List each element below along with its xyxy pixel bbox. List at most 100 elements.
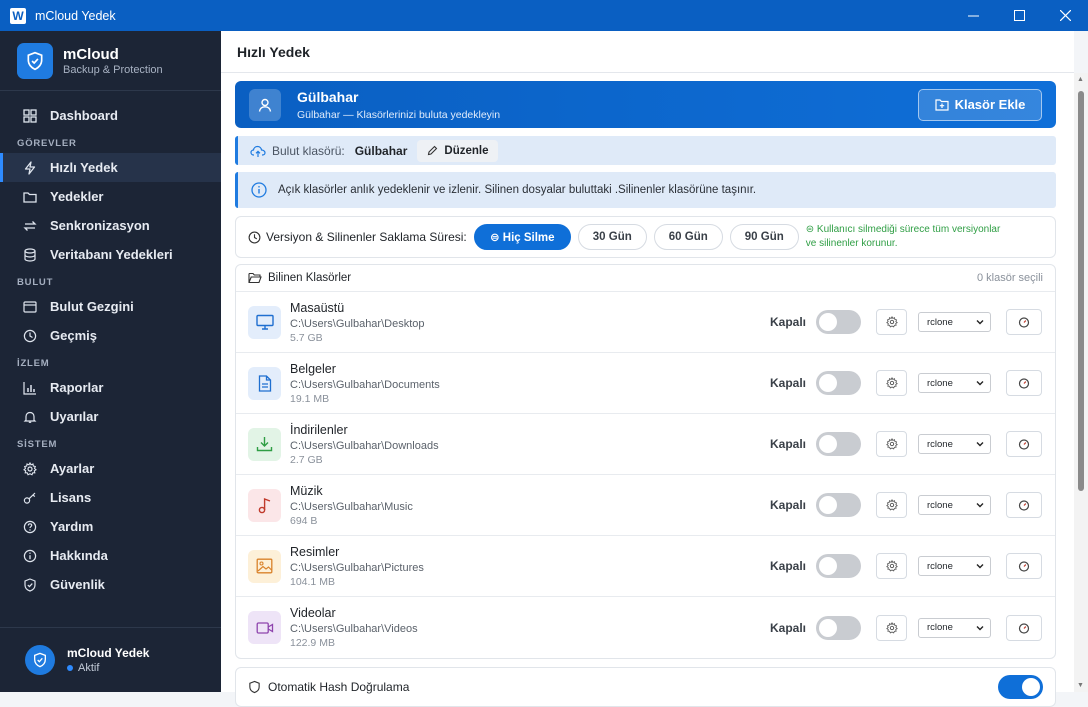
folder-schedule-button[interactable]: [1006, 492, 1042, 518]
gear-icon: [885, 499, 898, 511]
folder-backup-toggle[interactable]: [816, 432, 861, 456]
folder-backup-toggle[interactable]: [816, 493, 861, 517]
folder-state-label: Kapalı: [769, 315, 806, 329]
sidebar-item-hizli-yedek[interactable]: Hızlı Yedek: [0, 153, 221, 182]
folder-row: Belgeler C:\Users\Gulbahar\Documents 19.…: [236, 353, 1055, 414]
retention-30-button[interactable]: 30 Gün: [577, 224, 647, 250]
folder-settings-button[interactable]: [876, 553, 907, 579]
main-scrollbar[interactable]: ▲ ▼: [1074, 73, 1088, 692]
clock-icon: [248, 231, 261, 243]
hero-subtitle: Gülbahar — Klasörlerinizi buluta yedekle…: [297, 108, 501, 121]
sidebar-item-yardim[interactable]: Yardım: [0, 512, 221, 541]
stopwatch-icon: [1018, 622, 1030, 634]
sidebar-item-guvenlik[interactable]: Güvenlik: [0, 570, 221, 599]
folder-backup-toggle[interactable]: [816, 371, 861, 395]
sidebar-item-label: Hızlı Yedek: [50, 160, 118, 175]
cloud-folder-bar: Bulut klasörü: Gülbahar Düzenle: [235, 136, 1056, 165]
folder-schedule-button[interactable]: [1006, 370, 1042, 396]
retention-note-line2: ve silinenler korunur.: [805, 238, 898, 249]
sidebar-item-senkronizasyon[interactable]: Senkronizasyon: [0, 211, 221, 240]
folder-name: Masaüstü: [290, 300, 345, 315]
sidebar-item-raporlar[interactable]: Raporlar: [0, 373, 221, 402]
engine-select[interactable]: rclone: [918, 434, 991, 454]
engine-value: rclone: [927, 622, 953, 633]
scroll-down-icon[interactable]: ▼: [1077, 682, 1084, 689]
add-folder-button[interactable]: Klasör Ekle: [918, 88, 1042, 121]
app-logo-icon: W: [10, 7, 26, 24]
sidebar-item-label: Uyarılar: [50, 409, 99, 424]
folder-settings-button[interactable]: [876, 492, 907, 518]
add-folder-label: Klasör Ekle: [954, 97, 1026, 112]
nav-section-bulut: BULUT: [17, 277, 54, 288]
folder-backup-toggle[interactable]: [816, 615, 861, 640]
retention-note-line1: ⊜ Kullanıcı silmediği sürece tüm versiyo…: [805, 224, 1001, 235]
sidebar-item-label: Senkronizasyon: [50, 218, 150, 233]
hash-verification-toggle[interactable]: [998, 675, 1043, 699]
sidebar-item-yedekler[interactable]: Yedekler: [0, 182, 221, 211]
retention-90-button[interactable]: 90 Gün: [729, 224, 799, 250]
minimize-button[interactable]: [950, 0, 996, 31]
scroll-up-icon[interactable]: ▲: [1077, 76, 1084, 83]
folder-settings-button[interactable]: [876, 431, 907, 457]
close-button[interactable]: [1042, 0, 1088, 31]
chevron-down-icon: [976, 442, 984, 447]
footer-app-name: mCloud Yedek: [67, 646, 150, 660]
folder-name: İndirilenler: [290, 422, 348, 437]
user-icon: [249, 88, 281, 121]
sidebar-item-ayarlar[interactable]: Ayarlar: [0, 454, 221, 483]
scroll-thumb[interactable]: [1078, 91, 1084, 491]
folder-size: 122.9 MB: [290, 637, 335, 649]
engine-select[interactable]: rclone: [918, 495, 991, 515]
sidebar-item-veritabani[interactable]: Veritabanı Yedekleri: [0, 240, 221, 269]
folder-path: C:\Users\Gulbahar\Videos: [290, 623, 418, 635]
folder-settings-button[interactable]: [876, 614, 907, 641]
maximize-button[interactable]: [996, 0, 1042, 31]
folder-path: C:\Users\Gulbahar\Documents: [290, 378, 440, 391]
known-folders-panel: Bilinen Klasörler 0 klasör seçili Masaüs…: [235, 264, 1056, 659]
engine-value: rclone: [927, 438, 953, 450]
window-title: mCloud Yedek: [35, 8, 116, 23]
sidebar-item-hakkinda[interactable]: Hakkında: [0, 541, 221, 570]
sidebar-item-uyarilar[interactable]: Uyarılar: [0, 402, 221, 431]
info-banner: Açık klasörler anlık yedeklenir ve izlen…: [235, 172, 1056, 208]
engine-select[interactable]: rclone: [918, 312, 991, 332]
folder-backup-toggle[interactable]: [816, 310, 861, 334]
sidebar-item-lisans[interactable]: Lisans: [0, 483, 221, 512]
sidebar-footer: mCloud Yedek Aktif: [0, 627, 221, 692]
chevron-down-icon: [976, 320, 984, 325]
database-icon: [22, 247, 38, 263]
gear-icon: [885, 377, 898, 389]
edit-cloud-folder-button[interactable]: Düzenle: [417, 139, 499, 162]
folder-path: C:\Users\Gulbahar\Pictures: [290, 561, 424, 574]
music-note-icon: [248, 488, 281, 522]
folder-schedule-button[interactable]: [1006, 614, 1042, 641]
cloud-folder-value: Gülbahar: [354, 143, 408, 158]
retention-60-button[interactable]: 60 Gün: [653, 224, 723, 250]
engine-select[interactable]: rclone: [918, 556, 991, 576]
selected-count: 0 klasör seçili: [976, 272, 1043, 284]
folder-schedule-button[interactable]: [1006, 431, 1042, 457]
retention-never-button[interactable]: ⊜ Hiç Silme: [473, 224, 571, 250]
folder-backup-toggle[interactable]: [816, 554, 861, 578]
sidebar-item-gecmis[interactable]: Geçmiş: [0, 321, 221, 350]
folder-name: Belgeler: [290, 361, 336, 376]
maximize-icon: [1013, 10, 1025, 21]
folder-settings-button[interactable]: [876, 309, 907, 335]
brand: mCloud Backup & Protection: [0, 31, 221, 91]
folder-settings-button[interactable]: [876, 370, 907, 396]
known-folders-title: Bilinen Klasörler: [268, 272, 352, 284]
shield-logo-icon: [17, 42, 53, 79]
engine-select[interactable]: rclone: [918, 373, 991, 393]
sidebar-item-label: Dashboard: [50, 108, 118, 123]
folder-state-label: Kapalı: [769, 498, 806, 512]
image-icon: [248, 549, 281, 583]
folder-open-icon: [248, 272, 262, 284]
folder-schedule-button[interactable]: [1006, 309, 1042, 335]
brand-name: mCloud: [63, 45, 119, 63]
sidebar-item-dashboard[interactable]: Dashboard: [0, 101, 221, 130]
chevron-down-icon: [976, 381, 984, 386]
nav-section-izlem: İZLEM: [17, 358, 50, 369]
engine-select[interactable]: rclone: [918, 617, 991, 638]
sidebar-item-bulut-gezgini[interactable]: Bulut Gezgini: [0, 292, 221, 321]
folder-schedule-button[interactable]: [1006, 553, 1042, 579]
